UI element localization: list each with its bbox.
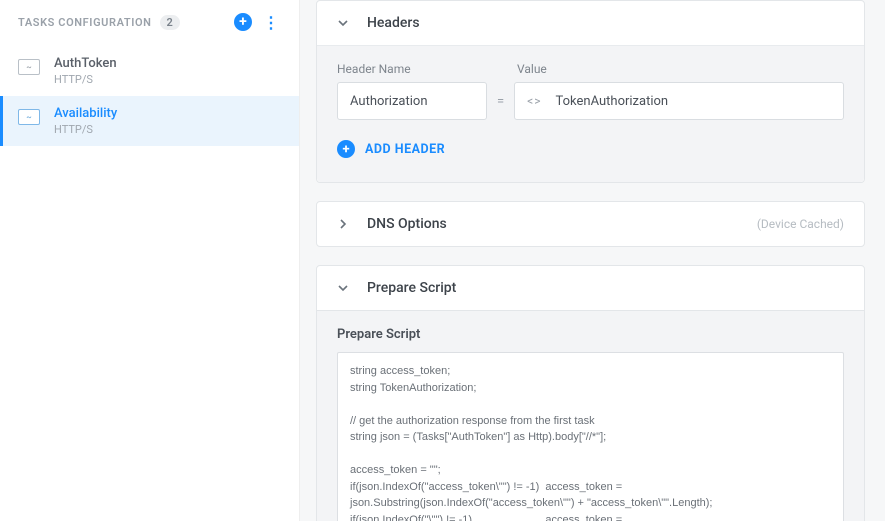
chevron-down-icon [337,282,351,294]
header-name-input[interactable]: Authorization [337,82,487,120]
chevron-down-icon [337,17,351,29]
add-task-button[interactable]: + [233,12,253,32]
panel-title: Headers [367,15,420,31]
task-item-availability[interactable]: ~ Availability HTTP/S [0,96,299,146]
dns-panel: DNS Options (Device Cached) [316,201,865,247]
prepare-script-editor[interactable]: string access_token; string TokenAuthori… [337,352,844,521]
header-value-text: TokenAuthorization [556,94,669,109]
panel-title: DNS Options [367,216,447,232]
code-icon: < > [527,94,539,108]
dns-panel-toggle[interactable]: DNS Options (Device Cached) [317,202,864,246]
more-vertical-icon: ⋮ [263,13,279,32]
http-task-icon: ~ [18,109,40,125]
headers-panel-body: Header Name Value Authorization = < > To… [317,46,864,182]
http-task-icon: ~ [18,59,40,75]
headers-panel: Headers Header Name Value Authorization … [316,0,865,183]
chevron-right-icon [337,218,351,230]
sidebar-header: TASKS CONFIGURATION 2 + ⋮ [0,0,299,46]
plus-icon: + [234,13,252,31]
task-count-badge: 2 [160,15,180,30]
header-name-value: Authorization [350,94,428,109]
dns-note: (Device Cached) [757,217,844,231]
prepare-script-body: Prepare Script string access_token; stri… [317,310,864,521]
task-item-authtoken[interactable]: ~ AuthToken HTTP/S [0,46,299,96]
equals-sign: = [495,94,506,109]
plus-icon: + [337,140,355,158]
header-name-label: Header Name [337,62,487,76]
add-header-button[interactable]: + ADD HEADER [337,140,844,158]
prepare-section-title: Prepare Script [337,327,844,342]
headers-panel-toggle[interactable]: Headers [317,1,864,46]
main-content: Headers Header Name Value Authorization … [300,0,885,521]
header-row: Authorization = < > TokenAuthorization [337,82,844,120]
task-subtype: HTTP/S [54,123,117,136]
sidebar: TASKS CONFIGURATION 2 + ⋮ ~ AuthToken HT… [0,0,300,521]
panel-title: Prepare Script [367,280,456,296]
sidebar-title: TASKS CONFIGURATION [18,16,152,29]
header-value-label: Value [517,62,547,76]
add-header-label: ADD HEADER [365,142,445,157]
task-name: AuthToken [54,56,117,71]
more-menu-button[interactable]: ⋮ [261,12,281,32]
prepare-panel-toggle[interactable]: Prepare Script [317,266,864,310]
prepare-script-panel: Prepare Script Prepare Script string acc… [316,265,865,521]
task-name: Availability [54,106,117,121]
task-subtype: HTTP/S [54,73,117,86]
header-value-input[interactable]: < > TokenAuthorization [514,82,844,120]
